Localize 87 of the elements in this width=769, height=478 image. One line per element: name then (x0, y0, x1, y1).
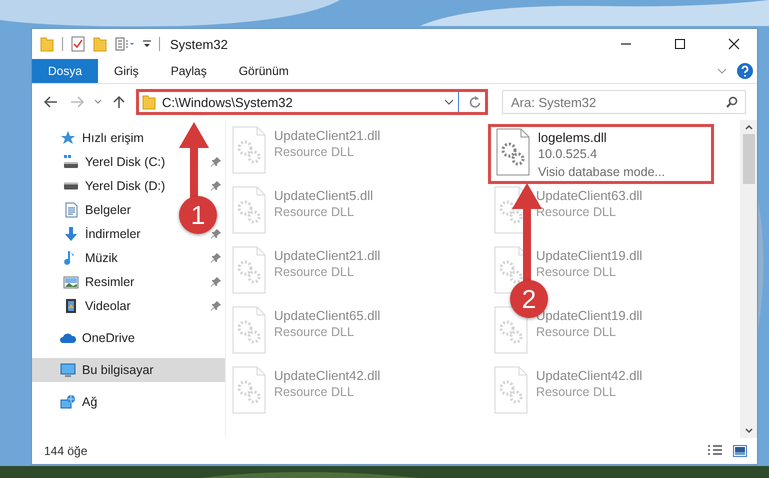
scroll-up-icon[interactable] (744, 124, 752, 130)
file-detail: Resource DLL (536, 384, 617, 401)
file-detail: Resource DLL (274, 384, 355, 401)
drive-icon (63, 182, 79, 190)
nav-item[interactable]: Bu bilgisayar (32, 358, 225, 382)
dll-file-icon (232, 306, 266, 354)
scrollbar[interactable] (740, 120, 757, 438)
scroll-down-icon[interactable] (744, 428, 752, 434)
drive-icon (63, 154, 79, 170)
highlighted-file-tile[interactable]: logelems.dll 10.0.525.4 Visio database mode... (488, 124, 714, 184)
ribbon-tab[interactable]: Giriş (98, 59, 155, 83)
document-icon (63, 202, 79, 218)
file-detail: Resource DLL (536, 204, 617, 221)
dll-file-icon (232, 186, 266, 234)
folder-icon[interactable] (142, 94, 156, 110)
help-icon[interactable] (737, 63, 753, 79)
details-view-icon[interactable] (707, 445, 723, 457)
nav-item[interactable]: Müzik (32, 246, 126, 270)
expand-ribbon-icon[interactable] (717, 68, 727, 74)
refresh-icon (469, 95, 481, 109)
thumbnail-view-icon[interactable] (733, 445, 747, 457)
address-field[interactable]: C:\Windows\System32 (136, 89, 488, 115)
pin-icon[interactable] (211, 301, 221, 311)
chevron-down-icon (444, 99, 454, 105)
file-name: UpdateClient42.dll (536, 368, 642, 383)
ribbon-tab[interactable]: Dosya (32, 59, 98, 83)
file-name: UpdateClient42.dll (274, 368, 380, 383)
ribbon-tab[interactable]: Paylaş (154, 59, 223, 83)
file-detail: Resource DLL (274, 324, 355, 341)
window-title: System32 (170, 36, 228, 52)
maximize-icon (674, 38, 686, 50)
scrollbar-thumb[interactable] (742, 134, 754, 184)
item-count: 144 öğe (44, 444, 88, 458)
pin-icon[interactable] (211, 277, 221, 287)
pin-icon[interactable] (211, 229, 221, 239)
nav-item[interactable]: Resimler (32, 270, 142, 294)
nav-item[interactable]: Hızlı erişim (32, 126, 152, 150)
dll-file-icon (232, 366, 266, 414)
file-name: UpdateClient5.dll (274, 188, 374, 203)
up-arrow-icon (113, 95, 125, 109)
file-name: logelems.dll (538, 130, 608, 145)
dll-file-icon (232, 246, 266, 294)
file-name: UpdateClient63.dll (536, 188, 642, 203)
monitor-icon (60, 362, 76, 378)
file-detail: 10.0.525.4 (538, 146, 598, 163)
nav-item[interactable]: Yerel Disk (C:) (32, 150, 174, 174)
dll-file-icon (496, 128, 530, 176)
search-icon[interactable] (726, 96, 738, 108)
forward-arrow-icon (70, 96, 84, 108)
search-field[interactable]: Ara: System32 (502, 90, 746, 114)
film-icon (63, 298, 79, 314)
nav-item[interactable]: İndirmeler (32, 222, 149, 246)
nav-item[interactable]: Yerel Disk (D:) (32, 174, 174, 198)
close-icon (728, 38, 740, 50)
file-detail: Resource DLL (274, 264, 355, 281)
new-folder-icon[interactable] (93, 36, 107, 52)
file-name: UpdateClient65.dll (274, 308, 380, 323)
dll-file-icon (232, 126, 266, 174)
nav-item[interactable]: Videolar (32, 294, 139, 318)
file-name: UpdateClient21.dll (274, 248, 380, 263)
view-dropdown-icon[interactable] (115, 37, 135, 51)
nav-item[interactable]: Ağ (32, 390, 106, 414)
properties-icon[interactable] (71, 36, 85, 52)
nav-item[interactable]: OneDrive (32, 326, 143, 350)
customize-caret-icon[interactable] (143, 39, 151, 49)
dll-file-icon (494, 306, 528, 354)
download-arrow-icon (63, 226, 79, 242)
ribbon-tab[interactable]: Görünüm (222, 59, 305, 83)
address-path: C:\Windows\System32 (162, 94, 294, 110)
file-detail: Visio database mode... (538, 164, 665, 181)
pin-icon[interactable] (211, 157, 221, 167)
file-detail: Resource DLL (536, 324, 617, 341)
back-arrow-icon (44, 96, 58, 108)
file-detail: Resource DLL (274, 144, 355, 161)
star-icon (60, 130, 76, 146)
file-name: UpdateClient19.dll (536, 248, 642, 263)
nav-item[interactable]: Belgeler (32, 198, 139, 222)
image-icon (63, 274, 79, 290)
pin-icon[interactable] (211, 181, 221, 191)
chevron-down-icon (94, 99, 102, 105)
file-detail: Resource DLL (274, 204, 355, 221)
network-icon (60, 394, 76, 410)
file-name: UpdateClient21.dll (274, 128, 380, 143)
pin-icon[interactable] (211, 253, 221, 263)
dll-file-icon (494, 366, 528, 414)
folder-icon[interactable] (40, 36, 54, 52)
file-detail: Resource DLL (536, 264, 617, 281)
